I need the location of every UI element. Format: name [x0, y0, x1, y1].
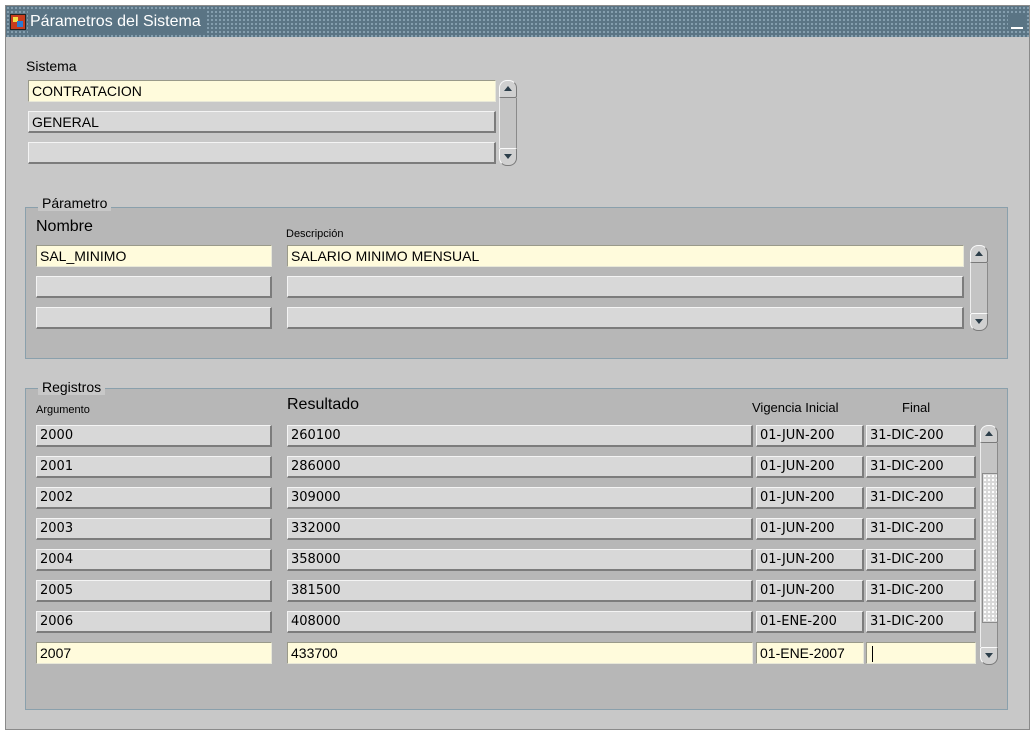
scroll-down-icon[interactable] [499, 148, 517, 166]
vigencia-inicial-field[interactable]: 01-JUN-200 [756, 425, 864, 447]
scroll-down-icon[interactable] [970, 313, 988, 331]
scroll-up-icon[interactable] [970, 245, 988, 263]
vigencia-final-field[interactable]: 31-DIC-200 [866, 549, 976, 571]
argumento-field[interactable]: 2004 [36, 549, 272, 571]
resultado-field[interactable]: 408000 [287, 611, 753, 633]
parametro-scrollbar[interactable] [970, 245, 988, 331]
vigencia-final-field[interactable]: 31-DIC-200 [866, 425, 976, 447]
resultado-header: Resultado [287, 396, 360, 413]
descripcion-field[interactable] [287, 276, 964, 298]
scroll-down-icon[interactable] [980, 647, 998, 665]
sistema-scrollbar[interactable] [499, 80, 517, 166]
resultado-field[interactable]: 332000 [287, 518, 753, 540]
title-bar[interactable]: Párametros del Sistema [6, 6, 1029, 37]
scroll-track[interactable] [980, 443, 998, 647]
argumento-field[interactable]: 2003 [36, 518, 272, 540]
scroll-track[interactable] [970, 263, 988, 313]
vigencia-inicial-field[interactable]: 01-JUN-200 [756, 580, 864, 602]
vigencia-final-field[interactable]: 31-DIC-200 [866, 487, 976, 509]
nombre-label: Nombre [36, 218, 93, 235]
nombre-field[interactable] [36, 276, 272, 298]
vigencia-inicial-field[interactable]: 01-JUN-200 [756, 549, 864, 571]
vigencia-final-field[interactable]: 31-DIC-200 [866, 611, 976, 633]
sistema-field[interactable]: CONTRATACION [28, 80, 496, 102]
final-header: Final [902, 400, 931, 415]
parametro-group-title: Párametro [38, 195, 112, 211]
descripcion-field[interactable]: SALARIO MINIMO MENSUAL [287, 245, 964, 267]
vigencia-inicial-field[interactable]: 01-JUN-200 [756, 518, 864, 540]
argumento-field[interactable]: 2001 [36, 456, 272, 478]
scroll-up-icon[interactable] [980, 425, 998, 443]
resultado-field[interactable]: 433700 [287, 642, 753, 664]
scroll-track[interactable] [499, 98, 517, 148]
sistema-field[interactable]: GENERAL [28, 111, 496, 133]
resultado-field[interactable]: 358000 [287, 549, 753, 571]
argumento-field[interactable]: 2005 [36, 580, 272, 602]
vigencia-final-field[interactable] [866, 642, 976, 664]
scroll-thumb[interactable] [982, 473, 998, 623]
resultado-field[interactable]: 286000 [287, 456, 753, 478]
text-caret [872, 646, 873, 663]
sistema-label: Sistema [26, 58, 77, 74]
vigencia-inicial-header: Vigencia Inicial [752, 400, 839, 415]
vigencia-inicial-field[interactable]: 01-ENE-2007 [756, 642, 864, 664]
nombre-field[interactable] [36, 307, 272, 329]
resultado-field[interactable]: 381500 [287, 580, 753, 602]
argumento-field[interactable]: 2007 [36, 642, 272, 664]
sistema-field[interactable] [28, 142, 496, 164]
argumento-field[interactable]: 2000 [36, 425, 272, 447]
registros-group-title: Registros [38, 379, 106, 395]
vigencia-final-field[interactable]: 31-DIC-200 [866, 456, 976, 478]
descripcion-label: Descripción [286, 228, 344, 240]
nombre-field[interactable]: SAL_MINIMO [36, 245, 272, 267]
argumento-field[interactable]: 2002 [36, 487, 272, 509]
window-title: Párametros del Sistema [28, 11, 207, 33]
scroll-up-icon[interactable] [499, 80, 517, 98]
registros-scrollbar[interactable] [980, 425, 998, 665]
minimize-icon[interactable] [1008, 13, 1026, 31]
app-icon [10, 14, 26, 30]
argumento-header: Argumento [36, 404, 90, 416]
vigencia-final-field[interactable]: 31-DIC-200 [866, 518, 976, 540]
argumento-field[interactable]: 2006 [36, 611, 272, 633]
descripcion-field[interactable] [287, 307, 964, 329]
resultado-field[interactable]: 309000 [287, 487, 753, 509]
vigencia-final-field[interactable]: 31-DIC-200 [866, 580, 976, 602]
vigencia-inicial-field[interactable]: 01-ENE-200 [756, 611, 864, 633]
resultado-field[interactable]: 260100 [287, 425, 753, 447]
parametros-window: Párametros del Sistema Sistema CONTRATAC… [5, 5, 1030, 730]
vigencia-inicial-field[interactable]: 01-JUN-200 [756, 456, 864, 478]
vigencia-inicial-field[interactable]: 01-JUN-200 [756, 487, 864, 509]
